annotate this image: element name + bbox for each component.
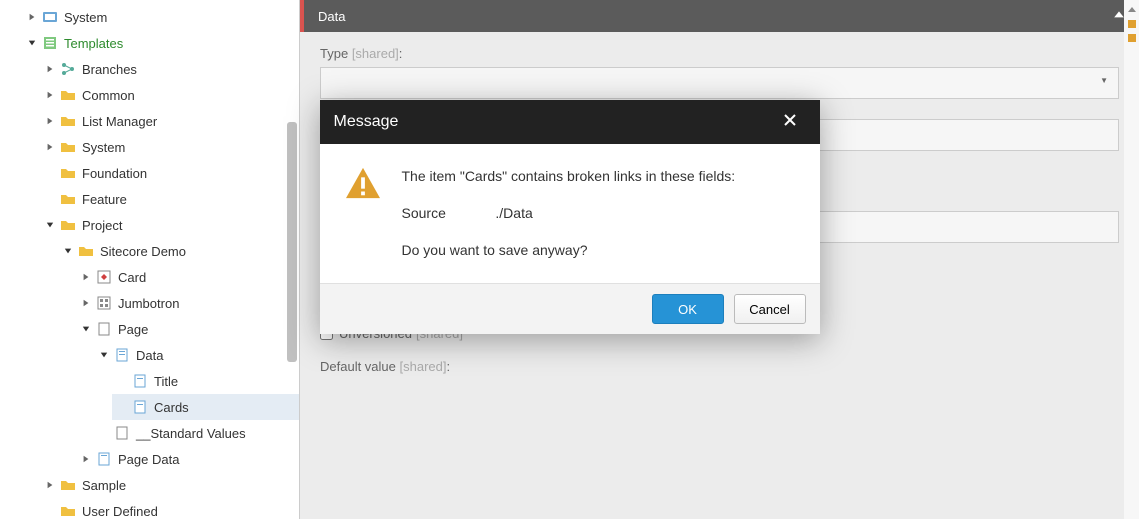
cancel-button[interactable]: Cancel [734,294,806,324]
close-icon[interactable] [774,107,806,138]
source-value: ./Data [495,205,532,221]
ok-button[interactable]: OK [652,294,724,324]
warning-icon [344,166,382,261]
dialog-title: Message [334,113,399,131]
modal-overlay: Message The item "Cards" contains broken… [0,0,1139,519]
message-line-3: Do you want to save anyway? [402,240,796,261]
source-label: Source [402,203,492,224]
message-line-1: The item "Cards" contains broken links i… [402,166,796,187]
dialog-header: Message [320,100,820,144]
message-dialog: Message The item "Cards" contains broken… [320,100,820,334]
dialog-message: The item "Cards" contains broken links i… [402,166,796,261]
dialog-body: The item "Cards" contains broken links i… [320,144,820,283]
message-line-2: Source ./Data [402,203,796,224]
dialog-footer: OK Cancel [320,283,820,334]
